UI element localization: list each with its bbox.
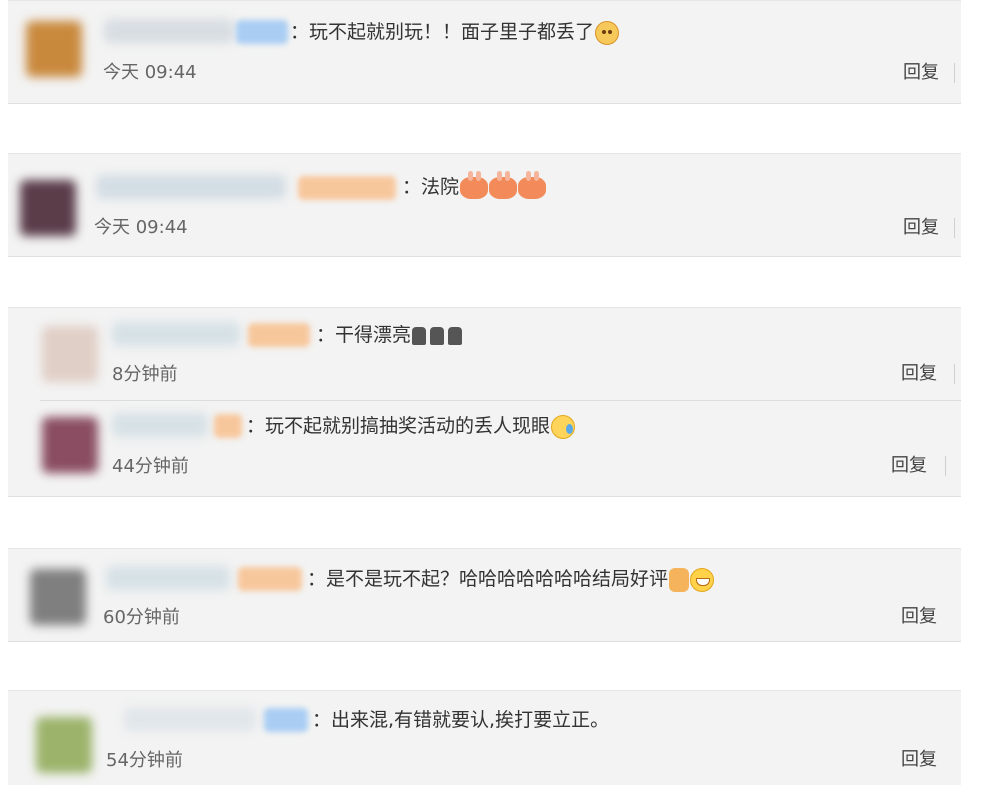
avatar[interactable]	[36, 717, 92, 773]
comment-text-content: ：是不是玩不起？哈哈哈哈哈哈哈结局好评	[307, 568, 669, 590]
avatar[interactable]	[42, 417, 98, 473]
avatar[interactable]	[26, 21, 82, 77]
comment-text-content: ：干得漂亮	[316, 324, 412, 346]
user-badge	[298, 176, 396, 200]
user-badge	[236, 20, 288, 44]
reply-button[interactable]: 回复	[891, 454, 927, 478]
clap-icon	[430, 326, 445, 345]
username[interactable]	[124, 707, 256, 731]
comment-time: 54分钟前	[106, 750, 183, 771]
comment-text: ：干得漂亮	[316, 323, 465, 347]
comment-item: ：法院 今天 09:44 回复	[8, 154, 961, 258]
comment-item: ：出来混,有错就要认,挨打要立正。 54分钟前 回复	[8, 691, 961, 786]
cat-face-icon	[595, 20, 620, 45]
username[interactable]	[106, 566, 230, 590]
rabbit-icon	[489, 170, 518, 199]
comment-text-content: ：玩不起就别玩！！面子里子都丢了	[290, 21, 595, 43]
comment-item: ：干得漂亮 8分钟前 回复	[8, 308, 961, 400]
comment-item: ：玩不起就别搞抽奖活动的丢人现眼 44分钟前 回复	[8, 401, 961, 498]
comment-text: ：法院	[402, 170, 547, 199]
comment-time: 今天 09:44	[103, 62, 197, 83]
user-badge	[248, 323, 310, 347]
comment-text-content: ：出来混,有错就要认,挨打要立正。	[312, 709, 610, 731]
avatar[interactable]	[42, 326, 98, 382]
grin-icon	[690, 567, 715, 592]
clap-icon	[412, 326, 427, 345]
comment-time: 60分钟前	[103, 607, 180, 628]
user-badge	[264, 708, 308, 732]
comment-item: ：玩不起就别玩！！面子里子都丢了 今天 09:44 回复	[8, 1, 961, 105]
comment-text: ：玩不起就别玩！！面子里子都丢了	[290, 20, 620, 45]
divider	[954, 364, 955, 384]
username[interactable]	[96, 175, 286, 199]
username[interactable]	[112, 413, 208, 437]
username[interactable]	[112, 322, 240, 346]
reply-button[interactable]: 回复	[901, 605, 937, 629]
user-badge	[238, 567, 302, 591]
comment-time: 8分钟前	[112, 364, 178, 385]
comment-card: ：干得漂亮 8分钟前 回复 ：玩不起就别搞抽奖活动的丢人现眼 44分钟前 回复	[8, 307, 961, 497]
comment-card: ：是不是玩不起？哈哈哈哈哈哈哈结局好评 60分钟前 回复	[8, 548, 961, 642]
divider	[954, 63, 955, 83]
comment-text: ：出来混,有错就要认,挨打要立正。	[312, 708, 609, 732]
reply-button[interactable]: 回复	[903, 61, 939, 85]
comment-text: ：是不是玩不起？哈哈哈哈哈哈哈结局好评	[307, 567, 715, 592]
divider	[954, 218, 955, 238]
avatar[interactable]	[20, 180, 76, 236]
comment-card: ：法院 今天 09:44 回复	[8, 153, 961, 257]
comment-text: ：玩不起就别搞抽奖活动的丢人现眼	[246, 414, 576, 439]
avatar[interactable]	[30, 569, 86, 625]
rabbit-icon	[460, 170, 489, 199]
comment-text-content: ：玩不起就别搞抽奖活动的丢人现眼	[246, 415, 551, 437]
rabbit-icon	[518, 170, 547, 199]
comment-text-content: ：法院	[402, 176, 460, 198]
comment-time: 44分钟前	[112, 456, 189, 477]
comment-card: ：玩不起就别玩！！面子里子都丢了 今天 09:44 回复	[8, 0, 961, 104]
thumbs-up-icon	[669, 567, 690, 592]
divider	[945, 456, 946, 476]
username[interactable]	[104, 19, 234, 43]
reply-button[interactable]: 回复	[901, 362, 937, 386]
user-badge	[214, 414, 242, 438]
comment-time: 今天 09:44	[94, 217, 188, 238]
sweat-smile-icon	[551, 414, 576, 439]
reply-button[interactable]: 回复	[903, 216, 939, 240]
comment-item: ：是不是玩不起？哈哈哈哈哈哈哈结局好评 60分钟前 回复	[8, 549, 961, 643]
comment-card: ：出来混,有错就要认,挨打要立正。 54分钟前 回复	[8, 690, 961, 785]
reply-button[interactable]: 回复	[901, 748, 937, 772]
clap-icon	[448, 326, 463, 345]
